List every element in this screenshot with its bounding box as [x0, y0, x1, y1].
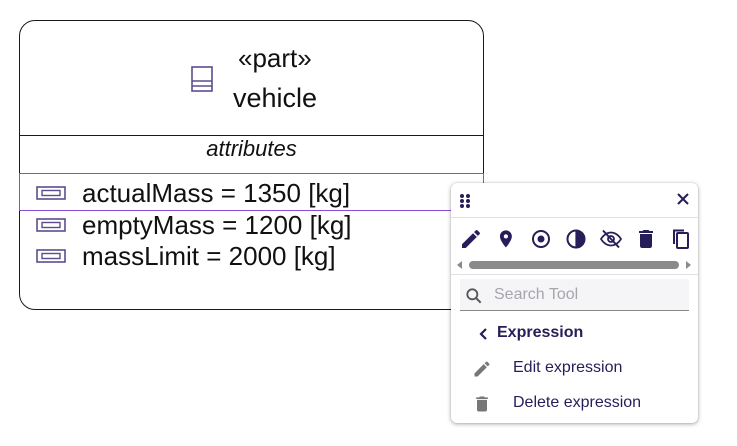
copy-icon[interactable]	[669, 227, 693, 251]
palette-divider	[451, 274, 698, 275]
attribute-icon	[36, 249, 66, 263]
attribute-label: emptyMass = 1200 [kg]	[82, 210, 352, 240]
contrast-icon[interactable]	[564, 227, 588, 251]
menu-item-label: Edit expression	[513, 359, 623, 376]
tool-bar	[459, 227, 694, 251]
pencil-icon	[474, 361, 490, 377]
trash-icon	[476, 396, 488, 412]
scroll-thumb[interactable]	[469, 261, 679, 269]
delete-expression-item[interactable]: Delete expression	[451, 388, 698, 420]
attribute-label: actualMass = 1350 [kg]	[82, 178, 351, 208]
compartment-label: attributes	[206, 136, 297, 161]
palette-header	[451, 183, 698, 218]
toolbar-scrollbar[interactable]	[457, 260, 691, 270]
attribute-icon	[36, 218, 66, 232]
close-icon[interactable]	[676, 192, 690, 206]
pencil-icon[interactable]	[459, 227, 483, 251]
part-icon	[191, 66, 213, 92]
node-header: «part» vehicle	[20, 21, 483, 136]
edit-expression-item[interactable]: Edit expression	[451, 353, 698, 385]
target-icon[interactable]	[529, 227, 553, 251]
part-node-vehicle[interactable]: «part» vehicle attributes actualMass = 1…	[19, 20, 484, 310]
pin-icon[interactable]	[494, 227, 518, 251]
node-title[interactable]: vehicle	[233, 82, 317, 114]
scroll-left-arrow[interactable]	[457, 261, 462, 269]
scroll-right-arrow[interactable]	[686, 261, 691, 269]
chevron-left-icon	[479, 328, 487, 340]
tool-palette: Expression Edit expression Delete expres…	[451, 183, 698, 423]
attribute-icon	[36, 186, 66, 200]
search-icon	[466, 288, 482, 304]
drag-handle-icon[interactable]	[459, 193, 471, 209]
section-title: Expression	[497, 324, 584, 341]
attribute-item[interactable]: massLimit = 2000 [kg]	[20, 237, 483, 275]
menu-item-label: Delete expression	[513, 394, 642, 411]
node-stereotype: «part»	[238, 43, 312, 73]
attribute-label: massLimit = 2000 [kg]	[82, 241, 336, 271]
trash-icon[interactable]	[634, 227, 658, 251]
eye-off-icon[interactable]	[599, 227, 623, 251]
search-input[interactable]	[492, 281, 686, 309]
search-box[interactable]	[460, 279, 689, 311]
